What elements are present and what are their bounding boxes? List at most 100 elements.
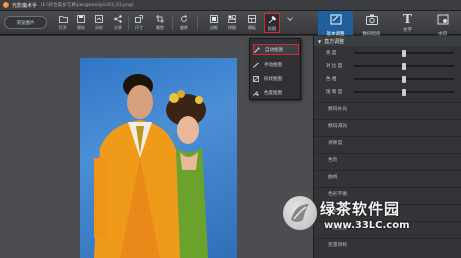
- share-icon: [113, 14, 123, 23]
- collage-icon: [227, 14, 237, 23]
- crop-label: 裁剪: [156, 25, 164, 30]
- open-icon: [58, 14, 68, 23]
- resize-label: 尺寸: [135, 25, 143, 30]
- slider-thumb[interactable]: [402, 89, 406, 96]
- menu-item-label: 形状抠图: [264, 76, 282, 82]
- save-as-button[interactable]: 另存: [91, 13, 107, 33]
- watermark-url: www.33LC.com: [324, 220, 410, 231]
- slider-label: 对 比 度: [326, 64, 343, 69]
- slider-thumb[interactable]: [402, 63, 406, 70]
- menu-item-shape-cutout[interactable]: 形状抠图: [253, 73, 299, 84]
- section-reduce-light[interactable]: 数码减光: [314, 119, 461, 131]
- share-button[interactable]: 分享: [110, 13, 126, 33]
- camera-icon: [365, 10, 378, 29]
- auto-cutout-icon: [254, 46, 260, 53]
- menu-item-chroma-cutout[interactable]: 色度抠图: [253, 87, 299, 98]
- border-button[interactable]: 边框: [206, 13, 222, 33]
- title-bar: 光影魔术手 [E:\综合美女写真\jiangwenlipic\03_03.png…: [0, 0, 461, 11]
- crop-icon: [155, 14, 165, 23]
- slider-track[interactable]: [354, 50, 454, 57]
- rotate-icon: [179, 14, 189, 23]
- save-button[interactable]: 保存: [73, 13, 89, 33]
- watermark-title: 绿茶软件园: [320, 200, 401, 218]
- slider-label: 饱 和 度: [326, 90, 343, 95]
- histogram-adjust-header[interactable]: ▼ 直方调整: [314, 36, 461, 46]
- manual-cutout-icon: [253, 62, 259, 68]
- border-icon: [209, 14, 219, 23]
- collapse-arrow-icon: ▼: [318, 38, 322, 44]
- save-icon: [76, 14, 86, 23]
- tab-text[interactable]: T 文字: [390, 11, 425, 35]
- slider-track[interactable]: [354, 76, 454, 83]
- toolbar-divider: [197, 15, 198, 30]
- collage-button[interactable]: 拼图: [224, 13, 240, 33]
- template-label: 模板: [248, 25, 256, 30]
- watermark-icon: [437, 10, 449, 29]
- menu-item-manual-cutout[interactable]: 手动抠图: [253, 59, 299, 70]
- section-label: 变量目标: [328, 243, 348, 248]
- adjust-icon: [330, 10, 342, 29]
- brightness-slider[interactable]: 亮 度: [314, 48, 461, 58]
- share-label: 分享: [114, 25, 122, 30]
- section-variable-target[interactable]: 变量目标: [314, 238, 461, 250]
- template-icon: [247, 14, 257, 23]
- resize-icon: [134, 14, 144, 23]
- cutout-dropdown-menu: 自动抠图 手动抠图 形状抠图 色度抠图: [249, 38, 301, 100]
- rotate-button[interactable]: 旋转: [176, 13, 192, 33]
- section-curves[interactable]: 曲线: [314, 170, 461, 182]
- section-label: 曲线: [328, 175, 338, 180]
- tab-text-label: 文字: [403, 27, 412, 33]
- photo-preview: [80, 58, 237, 258]
- browse-images-button[interactable]: 浏览图片: [4, 16, 47, 29]
- panel-header-title: 直方调整: [324, 38, 345, 45]
- slider-track[interactable]: [354, 89, 454, 96]
- app-logo-icon: [3, 2, 9, 8]
- slider-label: 亮 度: [326, 51, 337, 56]
- menu-item-label: 自动抠图: [265, 47, 283, 53]
- open-button[interactable]: 打开: [55, 13, 71, 33]
- menu-item-label: 色度抠图: [264, 90, 282, 96]
- resize-button[interactable]: 尺寸: [131, 13, 147, 33]
- menu-item-auto-cutout[interactable]: 自动抠图: [253, 44, 299, 55]
- save-as-label: 另存: [95, 25, 103, 30]
- more-tools-button[interactable]: [285, 13, 295, 33]
- saturation-slider[interactable]: 饱 和 度: [314, 87, 461, 97]
- slider-thumb[interactable]: [402, 76, 406, 83]
- cutout-icon: [267, 15, 277, 24]
- section-clarity[interactable]: 清晰度: [314, 136, 461, 148]
- chevron-down-icon: [285, 14, 295, 23]
- save-as-icon: [94, 14, 104, 23]
- tab-digital-darkroom[interactable]: 数码暗房: [354, 10, 389, 37]
- section-label: 色彩平衡: [328, 192, 348, 197]
- section-label: 清晰度: [328, 141, 343, 146]
- save-label: 保存: [77, 25, 85, 30]
- section-label: 数码减光: [328, 124, 348, 129]
- slider-thumb[interactable]: [402, 50, 406, 57]
- collage-label: 拼图: [228, 25, 236, 30]
- chroma-cutout-icon: [253, 90, 259, 96]
- section-levels[interactable]: 色阶: [314, 153, 461, 165]
- cutout-button[interactable]: 抠图: [264, 13, 280, 33]
- section-fill-light[interactable]: 数码补光: [314, 102, 461, 114]
- cutout-label: 抠图: [268, 26, 276, 31]
- slider-track[interactable]: [354, 63, 454, 70]
- slider-label: 色 相: [326, 77, 337, 82]
- tab-watermark[interactable]: 水印: [425, 10, 460, 37]
- menu-item-label: 手动抠图: [264, 62, 282, 68]
- section-label: 色阶: [328, 158, 338, 163]
- contrast-slider[interactable]: 对 比 度: [314, 61, 461, 71]
- toolbar-divider: [128, 15, 129, 30]
- app-title: 光影魔术手: [12, 2, 38, 9]
- watermark-logo-icon: [283, 196, 317, 230]
- border-label: 边框: [210, 25, 218, 30]
- file-path: [E:\综合美女写真\jiangwenlipic\03_03.png]: [41, 3, 134, 8]
- hue-slider[interactable]: 色 相: [314, 74, 461, 84]
- template-button[interactable]: 模板: [244, 13, 260, 33]
- rotate-label: 旋转: [180, 25, 188, 30]
- tab-basic-adjust[interactable]: 基本调整: [318, 10, 353, 37]
- shape-cutout-icon: [253, 75, 259, 82]
- crop-button[interactable]: 裁剪: [152, 13, 168, 33]
- text-icon: T: [403, 11, 412, 26]
- toolbar-divider: [172, 15, 173, 30]
- section-label: 数码补光: [328, 107, 348, 112]
